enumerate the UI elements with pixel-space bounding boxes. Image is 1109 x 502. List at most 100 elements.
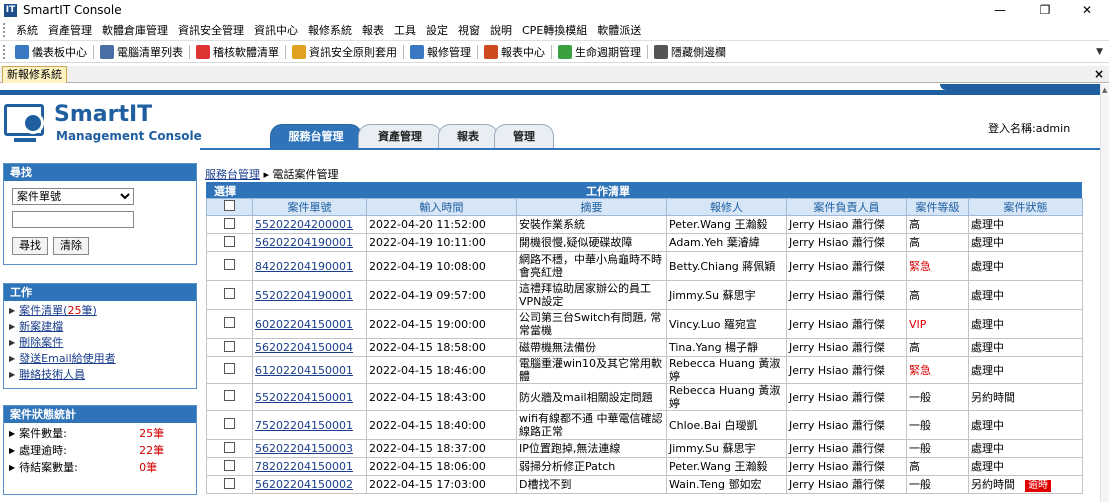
work-item-delete-case[interactable]: ▶ 刪除案件 xyxy=(4,335,196,349)
case-id-link[interactable]: 75202204150001 xyxy=(255,419,353,432)
column-header-input-time[interactable]: 輸入時間 xyxy=(366,198,517,216)
maximize-button[interactable]: ❐ xyxy=(1030,0,1060,20)
table-row[interactable]: 55202204200001 2022-04-20 11:52:00 安裝作業系統 P… xyxy=(206,215,1083,234)
row-select-cell[interactable] xyxy=(206,383,253,411)
row-select-cell[interactable] xyxy=(206,215,253,234)
row-select-cell[interactable] xyxy=(206,457,253,476)
menu-item[interactable]: 視窗 xyxy=(453,22,485,38)
scroll-up-icon[interactable]: ▲ xyxy=(1102,86,1107,94)
case-id-link[interactable]: 55202204200001 xyxy=(255,218,353,231)
row-checkbox[interactable] xyxy=(224,340,235,352)
minimize-button[interactable]: — xyxy=(985,0,1015,20)
row-checkbox[interactable] xyxy=(224,459,235,471)
row-select-cell[interactable] xyxy=(206,439,253,458)
menu-item[interactable]: 軟體派送 xyxy=(592,22,646,38)
delete-case-link[interactable]: 刪除案件 xyxy=(19,334,63,350)
table-row[interactable]: 75202204150001 2022-04-15 18:40:00 wifi有線都… xyxy=(206,410,1083,440)
table-row[interactable]: 60202204150001 2022-04-15 19:00:00 公司第三台Sw… xyxy=(206,309,1083,339)
breadcrumb-service-desk[interactable]: 服務台管理 xyxy=(205,168,260,181)
row-select-cell[interactable] xyxy=(206,233,253,252)
menu-item[interactable]: CPE轉換模組 xyxy=(517,22,592,38)
doc-tab-repair-system[interactable]: 新報修系統 xyxy=(2,66,67,83)
menu-item[interactable]: 報修系統 xyxy=(303,22,357,38)
row-checkbox[interactable] xyxy=(224,259,235,270)
search-field-select[interactable]: 案件單號 xyxy=(12,188,134,205)
toolbar-button[interactable]: 生命週期管理 xyxy=(554,44,645,60)
case-id-link[interactable]: 55202204190001 xyxy=(255,289,353,302)
case-id-link[interactable]: 55202204150001 xyxy=(255,391,353,404)
tab-admin[interactable]: 管理 xyxy=(494,124,554,148)
row-select-cell[interactable] xyxy=(206,338,253,357)
doc-tab-close-icon[interactable]: × xyxy=(1094,66,1104,82)
select-all-cell[interactable] xyxy=(206,198,253,216)
table-row[interactable]: 56202204190001 2022-04-19 10:11:00 開機很慢,疑似… xyxy=(206,233,1083,252)
select-all-checkbox[interactable] xyxy=(224,200,235,211)
row-checkbox[interactable] xyxy=(224,235,235,247)
toolbar-button[interactable]: 資訊安全原則套用 xyxy=(288,44,401,60)
contact-tech-link[interactable]: 聯絡技術人員 xyxy=(19,366,85,382)
tab-reports[interactable]: 報表 xyxy=(438,124,498,148)
row-select-cell[interactable] xyxy=(206,475,253,494)
row-checkbox[interactable] xyxy=(224,317,235,328)
toolbar-button[interactable]: 報表中心 xyxy=(480,44,549,60)
row-select-cell[interactable] xyxy=(206,356,253,384)
row-checkbox[interactable] xyxy=(224,217,235,229)
menu-item[interactable]: 軟體倉庫管理 xyxy=(97,22,173,38)
table-row[interactable]: 56202204150003 2022-04-15 18:37:00 IP位置跑掉,… xyxy=(206,439,1083,458)
row-select-cell[interactable] xyxy=(206,280,253,310)
row-checkbox[interactable] xyxy=(224,363,235,374)
toolbar-button[interactable]: 報修管理 xyxy=(406,44,475,60)
toolbar-button[interactable]: 隱藏側邊欄 xyxy=(650,44,730,60)
send-email-link[interactable]: 發送Email給使用者 xyxy=(19,350,116,366)
toolbar-overflow-icon[interactable]: ▼ xyxy=(1096,47,1103,57)
vertical-scrollbar[interactable]: ▲ xyxy=(1100,84,1109,502)
new-case-link[interactable]: 新案建檔 xyxy=(19,318,63,334)
case-id-link[interactable]: 60202204150001 xyxy=(255,318,353,331)
case-list-link[interactable]: 案件清單(25筆) xyxy=(19,302,97,318)
menu-item[interactable]: 資產管理 xyxy=(43,22,97,38)
row-checkbox[interactable] xyxy=(224,441,235,453)
case-id-link[interactable]: 84202204190001 xyxy=(255,260,353,273)
column-header-case-id[interactable]: 案件單號 xyxy=(252,198,367,216)
case-id-link[interactable]: 78202204150001 xyxy=(255,460,353,473)
toolbar-button[interactable]: 稽核軟體清單 xyxy=(192,44,283,60)
work-item-case-list[interactable]: ▶ 案件清單(25筆) xyxy=(4,303,196,317)
table-row[interactable]: 78202204150001 2022-04-15 18:06:00 弱掃分析修正P… xyxy=(206,457,1083,476)
row-select-cell[interactable] xyxy=(206,251,253,281)
column-header-status[interactable]: 案件狀態 xyxy=(968,198,1083,216)
menu-item[interactable]: 報表 xyxy=(357,22,389,38)
work-item-contact-tech[interactable]: ▶ 聯絡技術人員 xyxy=(4,367,196,381)
find-button[interactable]: 尋找 xyxy=(12,237,48,255)
clear-button[interactable]: 清除 xyxy=(53,237,89,255)
menu-item[interactable]: 資訊安全管理 xyxy=(173,22,249,38)
row-checkbox[interactable] xyxy=(224,288,235,299)
table-row[interactable]: 55202204190001 2022-04-19 09:57:00 這禮拜協助居家… xyxy=(206,280,1083,310)
row-select-cell[interactable] xyxy=(206,309,253,339)
tab-service-desk[interactable]: 服務台管理 xyxy=(270,124,362,148)
column-header-summary[interactable]: 摘要 xyxy=(516,198,667,216)
case-id-link[interactable]: 56202204150003 xyxy=(255,442,353,455)
column-header-reporter[interactable]: 報修人 xyxy=(666,198,787,216)
toolbar-button[interactable]: 儀表板中心 xyxy=(11,44,91,60)
case-id-link[interactable]: 56202204190001 xyxy=(255,236,353,249)
menu-item[interactable]: 設定 xyxy=(421,22,453,38)
case-id-link[interactable]: 61202204150001 xyxy=(255,364,353,377)
row-checkbox[interactable] xyxy=(224,418,235,429)
row-select-cell[interactable] xyxy=(206,410,253,440)
table-row[interactable]: 56202204150004 2022-04-15 18:58:00 磁帶機無法備份… xyxy=(206,338,1083,357)
menu-item[interactable]: 工具 xyxy=(389,22,421,38)
table-row[interactable]: 56202204150002 2022-04-15 17:03:00 D槽找不到 Wa… xyxy=(206,475,1083,494)
menu-item[interactable]: 系統 xyxy=(11,22,43,38)
case-id-link[interactable]: 56202204150002 xyxy=(255,478,353,491)
table-row[interactable]: 61202204150001 2022-04-15 18:46:00 電腦重灌win… xyxy=(206,356,1083,384)
case-id-link[interactable]: 56202204150004 xyxy=(255,341,353,354)
row-checkbox[interactable] xyxy=(224,390,235,401)
search-input[interactable] xyxy=(12,211,134,228)
table-row[interactable]: 55202204150001 2022-04-15 18:43:00 防火牆及mai… xyxy=(206,383,1083,411)
work-item-send-email[interactable]: ▶ 發送Email給使用者 xyxy=(4,351,196,365)
close-window-button[interactable]: ✕ xyxy=(1072,0,1102,20)
row-checkbox[interactable] xyxy=(224,477,235,489)
tab-asset-management[interactable]: 資產管理 xyxy=(358,124,442,148)
work-item-new-case[interactable]: ▶ 新案建檔 xyxy=(4,319,196,333)
menu-item[interactable]: 說明 xyxy=(485,22,517,38)
